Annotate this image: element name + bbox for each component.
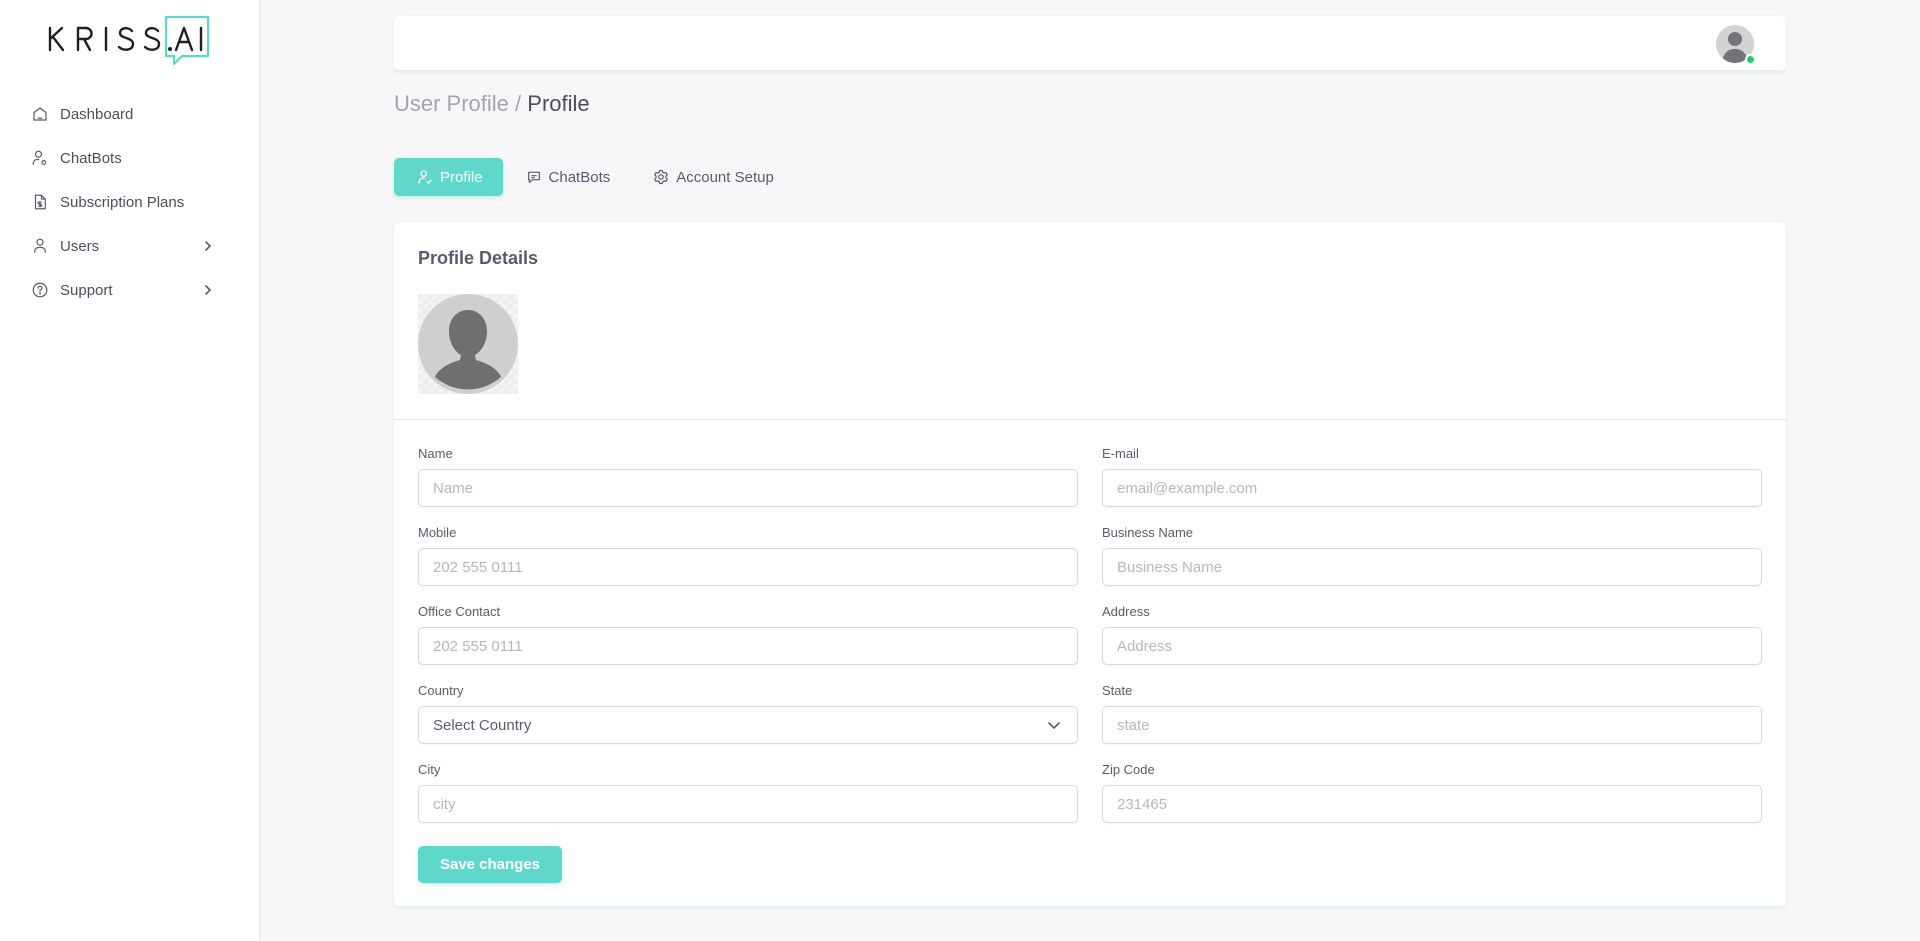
address-label: Address [1102,604,1150,619]
tab-label: Profile [440,168,483,186]
office-contact-field-group: Office Contact [418,604,1078,665]
profile-tabs: Profile ChatBots Account Setup [394,158,794,196]
message-icon [525,168,543,186]
top-navbar [394,16,1786,72]
user-check-icon [416,168,434,186]
sidebar-item-label: Subscription Plans [60,193,185,211]
country-select[interactable]: Select Country [418,706,1078,744]
profile-details-card: Profile Details Name E-mail Mobile Busin… [394,222,1786,908]
invoice-dollar-icon [30,192,50,212]
sidebar-item-subscription-plans[interactable]: Subscription Plans [30,180,230,224]
state-label: State [1102,683,1133,698]
card-title: Profile Details [418,248,539,268]
business-name-input[interactable] [1102,548,1762,586]
user-icon [30,236,50,256]
mobile-label: Mobile [418,525,457,540]
country-label: Country [418,683,464,698]
city-input[interactable] [418,785,1078,823]
state-field-group: State [1102,683,1762,744]
office-contact-label: Office Contact [418,604,501,619]
breadcrumb: User Profile / Profile [394,91,590,117]
online-status-dot [1745,54,1756,65]
sidebar-item-chatbots[interactable]: ChatBots [30,136,230,180]
business-name-label: Business Name [1102,525,1194,540]
sidebar-item-label: ChatBots [60,149,122,167]
breadcrumb-current: Profile [527,91,590,116]
email-input[interactable] [1102,469,1762,507]
tab-chatbots[interactable]: ChatBots [505,158,631,196]
name-input[interactable] [418,469,1078,507]
chevron-down-icon [1047,717,1063,733]
tab-label: Account Setup [676,168,774,186]
tab-label: ChatBots [548,168,611,186]
chevron-right-icon [200,238,216,254]
city-label: City [418,762,441,777]
sidebar-item-users[interactable]: Users [30,224,230,268]
zip-code-input[interactable] [1102,785,1762,823]
kriss-ai-logo[interactable] [48,14,214,70]
sidebar: Dashboard ChatBots Subscription Plans Us… [0,0,260,941]
user-cog-icon [30,148,50,168]
default-avatar-icon[interactable] [418,294,518,394]
state-input[interactable] [1102,706,1762,744]
settings-icon [652,168,670,186]
sidebar-nav: Dashboard ChatBots Subscription Plans Us… [30,92,230,312]
sidebar-item-label: Support [60,281,113,299]
sidebar-item-label: Users [60,237,100,255]
tab-profile[interactable]: Profile [394,158,503,196]
business-name-field-group: Business Name [1102,525,1762,586]
sidebar-item-dashboard[interactable]: Dashboard [30,92,230,136]
mobile-field-group: Mobile [418,525,1078,586]
address-input[interactable] [1102,627,1762,665]
name-label: Name [418,446,453,461]
address-field-group: Address [1102,604,1762,665]
sidebar-item-label: Dashboard [60,105,134,123]
zip-code-field-group: Zip Code [1102,762,1762,823]
mobile-input[interactable] [418,548,1078,586]
tab-account-setup[interactable]: Account Setup [632,158,794,196]
country-selected-value: Select Country [433,716,532,734]
save-changes-button[interactable]: Save changes [418,846,562,883]
sidebar-item-support[interactable]: Support [30,268,230,312]
email-field-group: E-mail [1102,446,1762,507]
chevron-right-icon [200,282,216,298]
home-icon [30,104,50,124]
office-contact-input[interactable] [418,627,1078,665]
email-label: E-mail [1102,446,1139,461]
breadcrumb-parent[interactable]: User Profile / [394,91,521,116]
country-field-group: Country Select Country [418,683,1078,744]
name-field-group: Name [418,446,1078,507]
help-circle-icon [30,280,50,300]
zip-code-label: Zip Code [1102,762,1155,777]
section-divider [394,419,1786,420]
city-field-group: City [418,762,1078,823]
